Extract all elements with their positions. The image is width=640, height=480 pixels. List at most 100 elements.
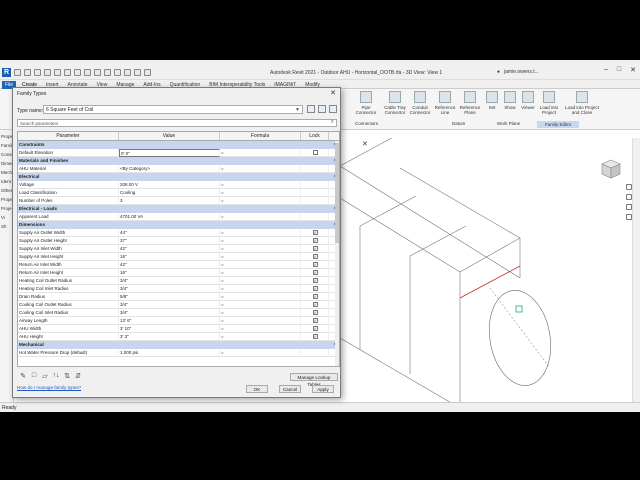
viewcube[interactable] (600, 158, 622, 180)
grid-section-header[interactable]: Electrical˄ (18, 173, 339, 181)
ok-button[interactable]: OK (246, 385, 268, 393)
parameter-formula[interactable]: = (220, 284, 301, 293)
parameter-formula[interactable]: = (220, 228, 301, 237)
parameter-value[interactable]: 3' 3" (119, 332, 220, 341)
column-parameter[interactable]: Parameter (18, 132, 119, 140)
right-scrollbar[interactable] (632, 138, 640, 402)
dialog-close-icon[interactable]: ✕ (330, 89, 336, 97)
lock-checkbox[interactable] (312, 149, 318, 155)
parameter-formula[interactable]: = (220, 276, 301, 285)
parameter-formula[interactable]: = (220, 316, 301, 325)
parameter-value[interactable]: 1.000 psi (119, 348, 220, 357)
type-name-select[interactable]: 6 Square Feet of Coil ▼ (43, 105, 303, 114)
minimize-icon[interactable]: – (604, 66, 608, 74)
new-parameter-icon[interactable]: □ (30, 372, 38, 380)
close-window-icon[interactable]: ✕ (630, 66, 636, 74)
parameter-value[interactable]: 42" (119, 244, 220, 253)
parameter-value[interactable]: Cooling (119, 188, 220, 197)
undo-icon[interactable] (44, 69, 51, 76)
manage-lookup-tables-button[interactable]: Manage Lookup Tables (290, 373, 338, 387)
open-icon[interactable] (14, 69, 21, 76)
3d-view-canvas[interactable] (339, 127, 632, 409)
parameter-formula[interactable]: = (220, 252, 301, 261)
new-type-icon[interactable] (307, 105, 315, 113)
parameter-formula[interactable]: = (220, 188, 301, 197)
parameter-value[interactable]: 3' 10" (119, 324, 220, 333)
grid-section-header[interactable]: Mechanical˄ (18, 341, 339, 349)
parameter-value[interactable]: <By Category> (119, 164, 220, 173)
table-row[interactable]: AHU Height 3' 3" = ✓ (18, 332, 339, 341)
thin-lines-icon[interactable] (114, 69, 121, 76)
measure-icon[interactable] (74, 69, 81, 76)
parameter-formula[interactable]: = (220, 308, 301, 317)
help-link[interactable]: How do I manage family types? (17, 385, 81, 390)
delete-parameter-icon[interactable]: ▱ (41, 372, 49, 380)
parameter-value[interactable]: 3/4" (119, 300, 220, 309)
parameter-formula[interactable]: = (220, 164, 301, 173)
search-parameters-input[interactable]: Search parameters ⌕ (17, 119, 337, 127)
grid-section-header[interactable]: Materials and Finishes˄ (18, 157, 339, 165)
parameter-value[interactable]: 3 (119, 196, 220, 205)
customize-qat-icon[interactable] (144, 69, 151, 76)
rename-type-icon[interactable] (318, 105, 326, 113)
table-row[interactable]: Apparent Load 4701.00 VA = (18, 212, 339, 221)
sync-icon[interactable] (34, 69, 41, 76)
lock-checkbox[interactable]: ✓ (312, 261, 318, 267)
lock-checkbox[interactable]: ✓ (312, 309, 318, 315)
print-icon[interactable] (64, 69, 71, 76)
lock-checkbox[interactable]: ✓ (312, 325, 318, 331)
table-row[interactable]: Hot Water Pressure Drop (default) 1.000 p… (18, 348, 339, 357)
grid-scroll-thumb[interactable] (335, 143, 339, 243)
grid-section-header[interactable]: Electrical - Loads˄ (18, 205, 339, 213)
parameter-value[interactable]: 3/4" (119, 284, 220, 293)
parameter-formula[interactable]: = (220, 180, 301, 189)
parameter-value[interactable]: 208.00 V (119, 180, 220, 189)
revit-app-icon[interactable]: R (2, 68, 11, 77)
switch-windows-icon[interactable] (134, 69, 141, 76)
lock-checkbox[interactable]: ✓ (312, 333, 318, 339)
parameter-formula[interactable]: = (220, 324, 301, 333)
parameter-formula[interactable]: = (220, 268, 301, 277)
user-area[interactable]: ● jamie.owens.t... (497, 69, 539, 75)
lock-checkbox[interactable]: ✓ (312, 269, 318, 275)
parameter-value[interactable]: 37" (119, 236, 220, 245)
load-into-project-close-button[interactable]: Load into Project and Close (562, 91, 602, 115)
save-icon[interactable] (24, 69, 31, 76)
parameter-value[interactable]: 16" (119, 252, 220, 261)
parameter-formula[interactable]: = (220, 196, 301, 205)
grid-section-header[interactable]: Constraints˄ (18, 141, 339, 149)
apply-button[interactable]: Apply (312, 385, 334, 393)
move-up-icon[interactable]: ↑↓ (52, 372, 60, 380)
sort-ascending-icon[interactable]: ⇅ (63, 372, 71, 380)
parameter-formula[interactable]: = (220, 300, 301, 309)
parameter-formula[interactable]: = (220, 260, 301, 269)
lock-checkbox[interactable]: ✓ (312, 317, 318, 323)
lock-checkbox[interactable]: ✓ (312, 229, 318, 235)
lock-checkbox[interactable]: ✓ (312, 301, 318, 307)
sort-descending-icon[interactable]: ⇵ (74, 372, 82, 380)
pipe-connector-button[interactable]: Pipe Connector (351, 91, 381, 115)
column-formula[interactable]: Formula (220, 132, 301, 140)
parameter-value[interactable]: 0' 0" (119, 148, 220, 157)
parameter-formula[interactable]: = (220, 348, 301, 357)
parameter-value[interactable]: 44" (119, 228, 220, 237)
lock-checkbox[interactable]: ✓ (312, 277, 318, 283)
parameter-formula[interactable]: = (220, 236, 301, 245)
parameter-value[interactable]: 4701.00 VA (119, 212, 220, 221)
parameter-formula[interactable]: = (220, 244, 301, 253)
close-hidden-icon[interactable] (124, 69, 131, 76)
parameter-value[interactable]: 3/4" (119, 276, 220, 285)
delete-type-icon[interactable] (329, 105, 337, 113)
parameter-value[interactable]: 42" (119, 260, 220, 269)
parameter-formula[interactable]: = (220, 148, 301, 157)
cancel-button[interactable]: Cancel (279, 385, 301, 393)
lock-checkbox[interactable]: ✓ (312, 245, 318, 251)
redo-icon[interactable] (54, 69, 61, 76)
text-icon[interactable] (84, 69, 91, 76)
table-row[interactable]: Number of Poles 3 = (18, 196, 339, 205)
section-icon[interactable] (104, 69, 111, 76)
close-view-icon[interactable]: ✕ (362, 140, 368, 148)
restore-icon[interactable]: □ (617, 66, 621, 74)
edit-parameter-icon[interactable]: ✎ (19, 372, 27, 380)
3d-view-icon[interactable] (94, 69, 101, 76)
